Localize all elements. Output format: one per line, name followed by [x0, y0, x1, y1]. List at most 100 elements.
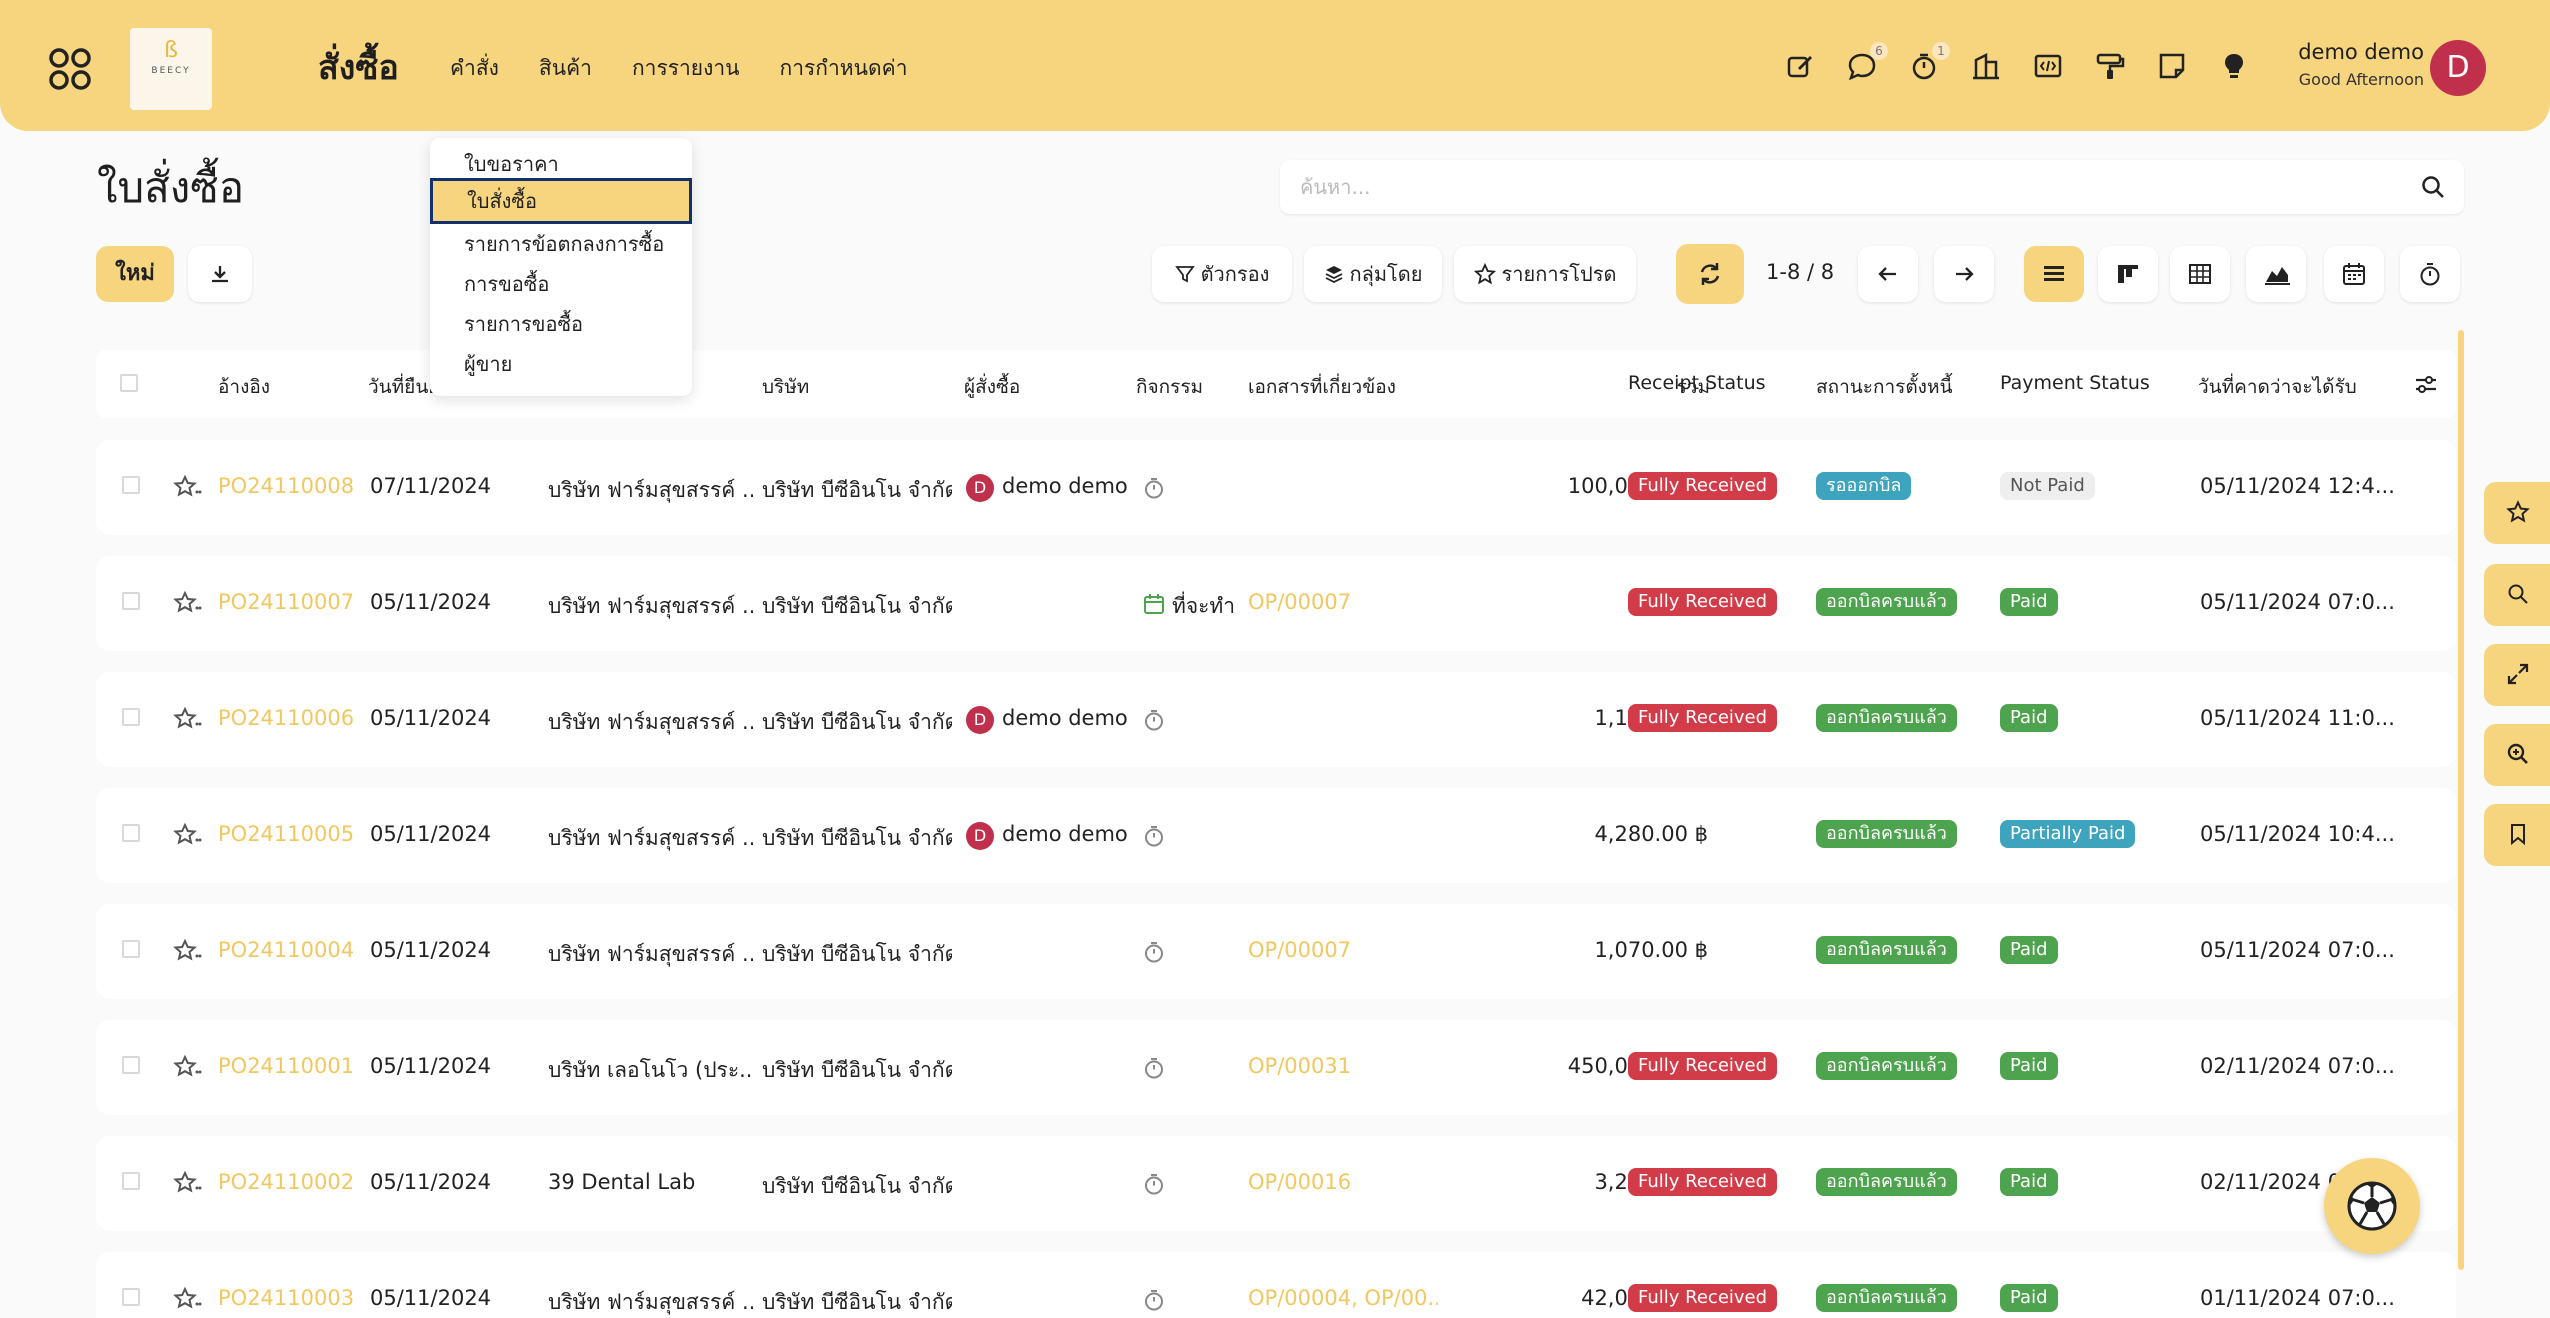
- side-expand-button[interactable]: [2484, 644, 2550, 706]
- reference-link[interactable]: PO24110006: [218, 706, 354, 730]
- row-checkbox[interactable]: [122, 708, 140, 726]
- graph-view-button[interactable]: [2246, 246, 2306, 302]
- table-row[interactable]: PO24110006 05/11/2024 บริษัท ฟาร์มสุขสรรค์…: [96, 672, 2456, 767]
- favorite-star-icon[interactable]: [172, 590, 202, 618]
- nav-item-reporting[interactable]: การรายงาน: [632, 52, 740, 85]
- edit-icon[interactable]: [1784, 50, 1816, 82]
- favorite-star-icon[interactable]: [172, 706, 202, 734]
- source-document-link[interactable]: OP/00031: [1248, 1054, 1438, 1078]
- activity-label[interactable]: ที่จะทำ: [1172, 590, 1235, 623]
- lightbulb-icon[interactable]: [2218, 50, 2250, 82]
- reference-link[interactable]: PO24110003: [218, 1286, 354, 1310]
- scrollbar[interactable]: [2458, 330, 2464, 1270]
- kanban-view-button[interactable]: [2098, 246, 2158, 302]
- reference-link[interactable]: PO24110001: [218, 1054, 354, 1078]
- table-row[interactable]: PO24110003 05/11/2024 บริษัท ฟาร์มสุขสรรค์…: [96, 1252, 2456, 1318]
- menu-item-purchase-orders[interactable]: ใบสั่งซื้อ: [430, 178, 692, 224]
- code-icon[interactable]: [2032, 50, 2064, 82]
- nav-item-orders[interactable]: คำสั่ง: [450, 52, 499, 85]
- table-row[interactable]: PO24110007 05/11/2024 บริษัท ฟาร์มสุขสรรค์…: [96, 556, 2456, 651]
- side-zoom-button[interactable]: [2484, 724, 2550, 786]
- table-row[interactable]: PO24110004 05/11/2024 บริษัท ฟาร์มสุขสรรค์…: [96, 904, 2456, 999]
- nav-item-products[interactable]: สินค้า: [539, 52, 592, 85]
- calendar-view-button[interactable]: [2324, 246, 2384, 302]
- row-checkbox[interactable]: [122, 1288, 140, 1306]
- favorite-star-icon[interactable]: [172, 938, 202, 966]
- search-input[interactable]: [1300, 172, 2380, 202]
- search-icon[interactable]: [2420, 174, 2446, 200]
- column-header-buyer[interactable]: ผู้สั่งซื้อ: [964, 372, 1020, 402]
- activity-view-button[interactable]: [2400, 246, 2460, 302]
- column-header-billing-status[interactable]: สถานะการตั้งหนี้: [1816, 372, 1952, 402]
- menu-item-rfq[interactable]: ใบขอราคา: [464, 148, 559, 180]
- user-avatar[interactable]: D: [2430, 40, 2486, 96]
- app-title[interactable]: สั่งซื้อ: [318, 40, 399, 94]
- column-header-source-document[interactable]: เอกสารที่เกี่ยวข้อง: [1248, 372, 1396, 402]
- row-checkbox[interactable]: [122, 824, 140, 842]
- table-row[interactable]: PO24110001 05/11/2024 บริษัท เลอโนโว (ประ.…: [96, 1020, 2456, 1115]
- row-checkbox[interactable]: [122, 1172, 140, 1190]
- timer-icon[interactable]: 1: [1908, 42, 1950, 82]
- table-row[interactable]: PO24110005 05/11/2024 บริษัท ฟาร์มสุขสรรค์…: [96, 788, 2456, 883]
- side-favorite-button[interactable]: [2484, 482, 2550, 544]
- new-button[interactable]: ใหม่: [96, 246, 174, 302]
- reference-link[interactable]: PO24110005: [218, 822, 354, 846]
- nav-item-configuration[interactable]: การกำหนดค่า: [780, 52, 908, 85]
- favorite-star-icon[interactable]: [172, 474, 202, 502]
- activity-timer-icon[interactable]: [1142, 476, 1166, 500]
- group-by-button[interactable]: กลุ่มโดย: [1304, 246, 1442, 302]
- activity-timer-icon[interactable]: [1142, 1056, 1166, 1080]
- column-header-expected-arrival[interactable]: วันที่คาดว่าจะได้รับ: [2198, 372, 2357, 402]
- calendar-activity-icon[interactable]: [1142, 592, 1166, 616]
- sticky-note-icon[interactable]: [2156, 50, 2188, 82]
- row-checkbox[interactable]: [122, 940, 140, 958]
- activity-timer-icon[interactable]: [1142, 824, 1166, 848]
- reference-link[interactable]: PO24110007: [218, 590, 354, 614]
- menu-item-purchase-requests[interactable]: การขอซื้อ: [464, 268, 549, 300]
- activity-timer-icon[interactable]: [1142, 708, 1166, 732]
- chat-icon[interactable]: 6: [1846, 42, 1888, 82]
- apps-menu-icon[interactable]: [48, 47, 92, 91]
- column-settings-icon[interactable]: [2414, 374, 2438, 396]
- user-menu[interactable]: demo demo Good Afternoon: [2290, 40, 2424, 89]
- side-bookmark-button[interactable]: [2484, 804, 2550, 866]
- menu-item-vendors[interactable]: ผู้ขาย: [464, 348, 512, 380]
- menu-item-purchase-agreements[interactable]: รายการข้อตกลงการซื้อ: [464, 228, 664, 260]
- help-ball-button[interactable]: [2324, 1158, 2420, 1254]
- pager-previous-button[interactable]: [1858, 246, 1918, 302]
- source-document-link[interactable]: OP/00007: [1248, 590, 1438, 614]
- refresh-button[interactable]: [1676, 244, 1744, 304]
- list-view-button[interactable]: [2024, 246, 2084, 302]
- filter-button[interactable]: ตัวกรอง: [1152, 246, 1292, 302]
- activity-timer-icon[interactable]: [1142, 940, 1166, 964]
- reference-link[interactable]: PO24110002: [218, 1170, 354, 1194]
- paint-roller-icon[interactable]: [2094, 50, 2126, 82]
- column-header-reference[interactable]: อ้างอิง: [218, 372, 270, 402]
- favorites-button[interactable]: รายการโปรด: [1454, 246, 1636, 302]
- source-document-link[interactable]: OP/00016: [1248, 1170, 1438, 1194]
- side-search-button[interactable]: [2484, 564, 2550, 626]
- favorite-star-icon[interactable]: [172, 1170, 202, 1198]
- favorite-star-icon[interactable]: [172, 1054, 202, 1082]
- pivot-view-button[interactable]: [2170, 246, 2230, 302]
- pager-next-button[interactable]: [1934, 246, 1994, 302]
- download-button[interactable]: [188, 246, 252, 302]
- table-row[interactable]: PO24110008 07/11/2024 บริษัท ฟาร์มสุขสรรค์…: [96, 440, 2456, 535]
- menu-item-purchase-request-lines[interactable]: รายการขอซื้อ: [464, 308, 583, 340]
- source-document-link[interactable]: OP/00007: [1248, 938, 1438, 962]
- favorite-star-icon[interactable]: [172, 1286, 202, 1314]
- favorite-star-icon[interactable]: [172, 822, 202, 850]
- source-document-link[interactable]: OP/00004, OP/00...: [1248, 1286, 1438, 1310]
- column-header-receipt-status[interactable]: Receipt Status: [1628, 372, 1766, 394]
- activity-timer-icon[interactable]: [1142, 1288, 1166, 1312]
- table-row[interactable]: PO24110002 05/11/2024 39 Dental Lab บริษัท …: [96, 1136, 2456, 1231]
- company-switch-icon[interactable]: [1970, 50, 2002, 82]
- column-header-company[interactable]: บริษัท: [762, 372, 809, 402]
- activity-timer-icon[interactable]: [1142, 1172, 1166, 1196]
- column-header-activities[interactable]: กิจกรรม: [1136, 372, 1203, 402]
- column-header-payment-status[interactable]: Payment Status: [2000, 372, 2150, 394]
- row-checkbox[interactable]: [122, 592, 140, 610]
- row-checkbox[interactable]: [122, 1056, 140, 1074]
- company-logo[interactable]: ß BEECY: [130, 28, 212, 110]
- row-checkbox[interactable]: [122, 476, 140, 494]
